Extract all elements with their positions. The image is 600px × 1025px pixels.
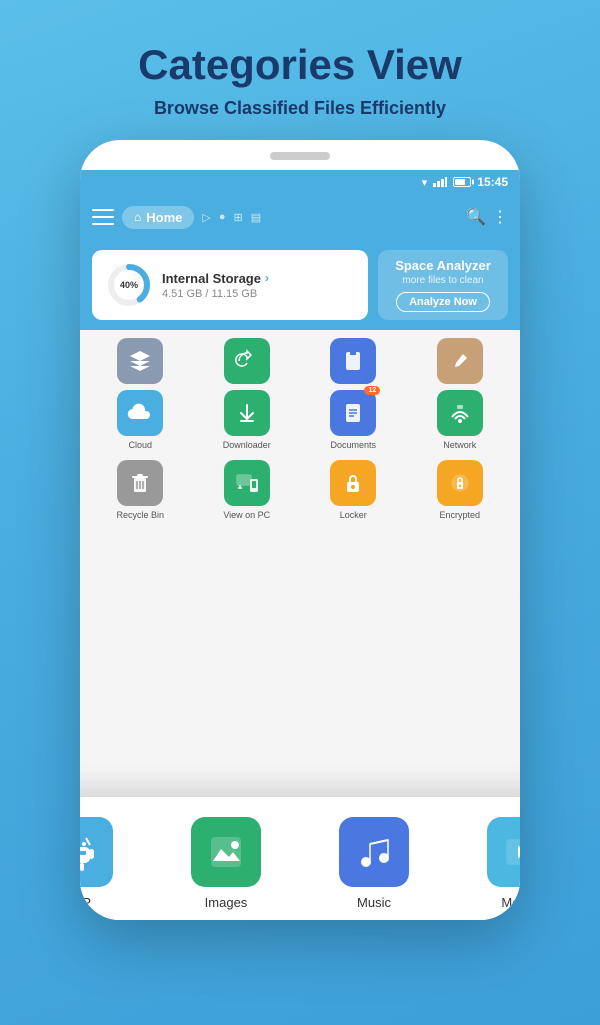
home-label: Home (146, 210, 182, 225)
storage-percent: 40% (120, 280, 138, 290)
space-analyzer-card: Space Analyzer more files to clean Analy… (378, 250, 508, 320)
nav-breadcrumb-circle: ● (219, 211, 226, 223)
images-label: Images (205, 895, 248, 910)
cloud-icon-box (117, 390, 163, 436)
list-item[interactable]: Images (158, 817, 294, 910)
list-item[interactable] (197, 338, 298, 384)
analyze-now-button[interactable]: Analyze Now (396, 292, 490, 312)
recycle-bin-label: Recycle Bin (116, 510, 164, 520)
network-icon-box (437, 390, 483, 436)
list-item[interactable]: APP (80, 817, 146, 910)
storage-card[interactable]: 40% Internal Storage › 4.51 GB / 11.15 G… (92, 250, 368, 320)
list-item[interactable]: Movies (454, 817, 520, 910)
zip-icon-box (330, 338, 376, 384)
phone-frame: ▾ 15:45 ⌂ Home (80, 140, 520, 920)
popup-grid: APP Images (80, 817, 520, 910)
layers-icon-box (117, 338, 163, 384)
view-on-pc-icon-box (224, 460, 270, 506)
list-item[interactable]: Downloader (197, 390, 298, 450)
list-item[interactable] (90, 338, 191, 384)
storage-size: 4.51 GB / 11.15 GB (162, 288, 354, 300)
documents-label: Documents (330, 440, 376, 450)
more-icon[interactable]: ⋮ (492, 207, 508, 227)
encrypted-icon-box (437, 460, 483, 506)
page-title: Categories View (20, 40, 580, 90)
movies-icon-box (487, 817, 520, 887)
documents-icon-box: 12 (330, 390, 376, 436)
nav-actions: 🔍 ⋮ (466, 207, 508, 227)
search-icon[interactable]: 🔍 (466, 207, 486, 227)
downloader-icon-box (224, 390, 270, 436)
phone-speaker (270, 152, 330, 160)
locker-icon-box (330, 460, 376, 506)
inner-categories-row2: Recycle Bin View on PC (80, 456, 520, 524)
list-item[interactable]: Music (306, 817, 442, 910)
view-on-pc-label: View on PC (223, 510, 270, 520)
header-section: Categories View Browse Classified Files … (0, 0, 600, 139)
list-item[interactable]: Cloud (90, 390, 191, 450)
inner-categories-row1: Cloud Downloader (80, 384, 520, 456)
nav-breadcrumb-grid: ⊞ (234, 211, 243, 224)
encrypted-label: Encrypted (439, 510, 480, 520)
sa-subtitle: more files to clean (402, 275, 483, 286)
refresh-icon-box (224, 338, 270, 384)
images-icon-box (191, 817, 261, 887)
network-label: Network (443, 440, 476, 450)
home-pill[interactable]: ⌂ Home (122, 206, 194, 229)
documents-badge: 12 (364, 386, 380, 395)
nav-bar: ⌂ Home ▷ ● ⊞ ▤ 🔍 ⋮ (80, 194, 520, 240)
wifi-icon: ▾ (422, 176, 428, 189)
app-screen: ▾ 15:45 ⌂ Home (80, 170, 520, 920)
sa-title: Space Analyzer (395, 258, 491, 273)
storage-section: 40% Internal Storage › 4.51 GB / 11.15 G… (80, 240, 520, 330)
storage-donut: 40% (106, 262, 152, 308)
list-item[interactable] (410, 338, 511, 384)
app-label: APP (80, 895, 91, 910)
movies-label: Movies (501, 895, 520, 910)
hamburger-icon[interactable] (92, 209, 114, 225)
top-icons-row (80, 330, 520, 384)
clean-icon-box (437, 338, 483, 384)
status-time: 15:45 (477, 175, 508, 189)
locker-label: Locker (340, 510, 367, 520)
list-item[interactable] (303, 338, 404, 384)
cloud-label: Cloud (128, 440, 152, 450)
page-subtitle: Browse Classified Files Efficiently (20, 98, 580, 119)
list-item[interactable]: Network (410, 390, 511, 450)
status-bar: ▾ 15:45 (80, 170, 520, 194)
downloader-label: Downloader (223, 440, 271, 450)
list-item[interactable]: Encrypted (410, 460, 511, 520)
music-icon-box (339, 817, 409, 887)
app-icon-box (80, 817, 113, 887)
home-icon: ⌂ (134, 210, 141, 224)
recycle-bin-icon-box (117, 460, 163, 506)
nav-breadcrumb-list: ▤ (251, 211, 261, 224)
list-item[interactable]: Recycle Bin (90, 460, 191, 520)
list-item[interactable]: Locker (303, 460, 404, 520)
nav-breadcrumb-arrow: ▷ (202, 211, 210, 224)
storage-arrow-icon: › (265, 271, 269, 285)
list-item[interactable]: View on PC (197, 460, 298, 520)
battery-icon (453, 177, 471, 187)
storage-info: Internal Storage › 4.51 GB / 11.15 GB (162, 271, 354, 300)
storage-title: Internal Storage › (162, 271, 354, 286)
signal-icon (433, 177, 447, 187)
music-label: Music (357, 895, 391, 910)
popup-overlay: APP Images (80, 797, 520, 920)
list-item[interactable]: 12 Documents (303, 390, 404, 450)
